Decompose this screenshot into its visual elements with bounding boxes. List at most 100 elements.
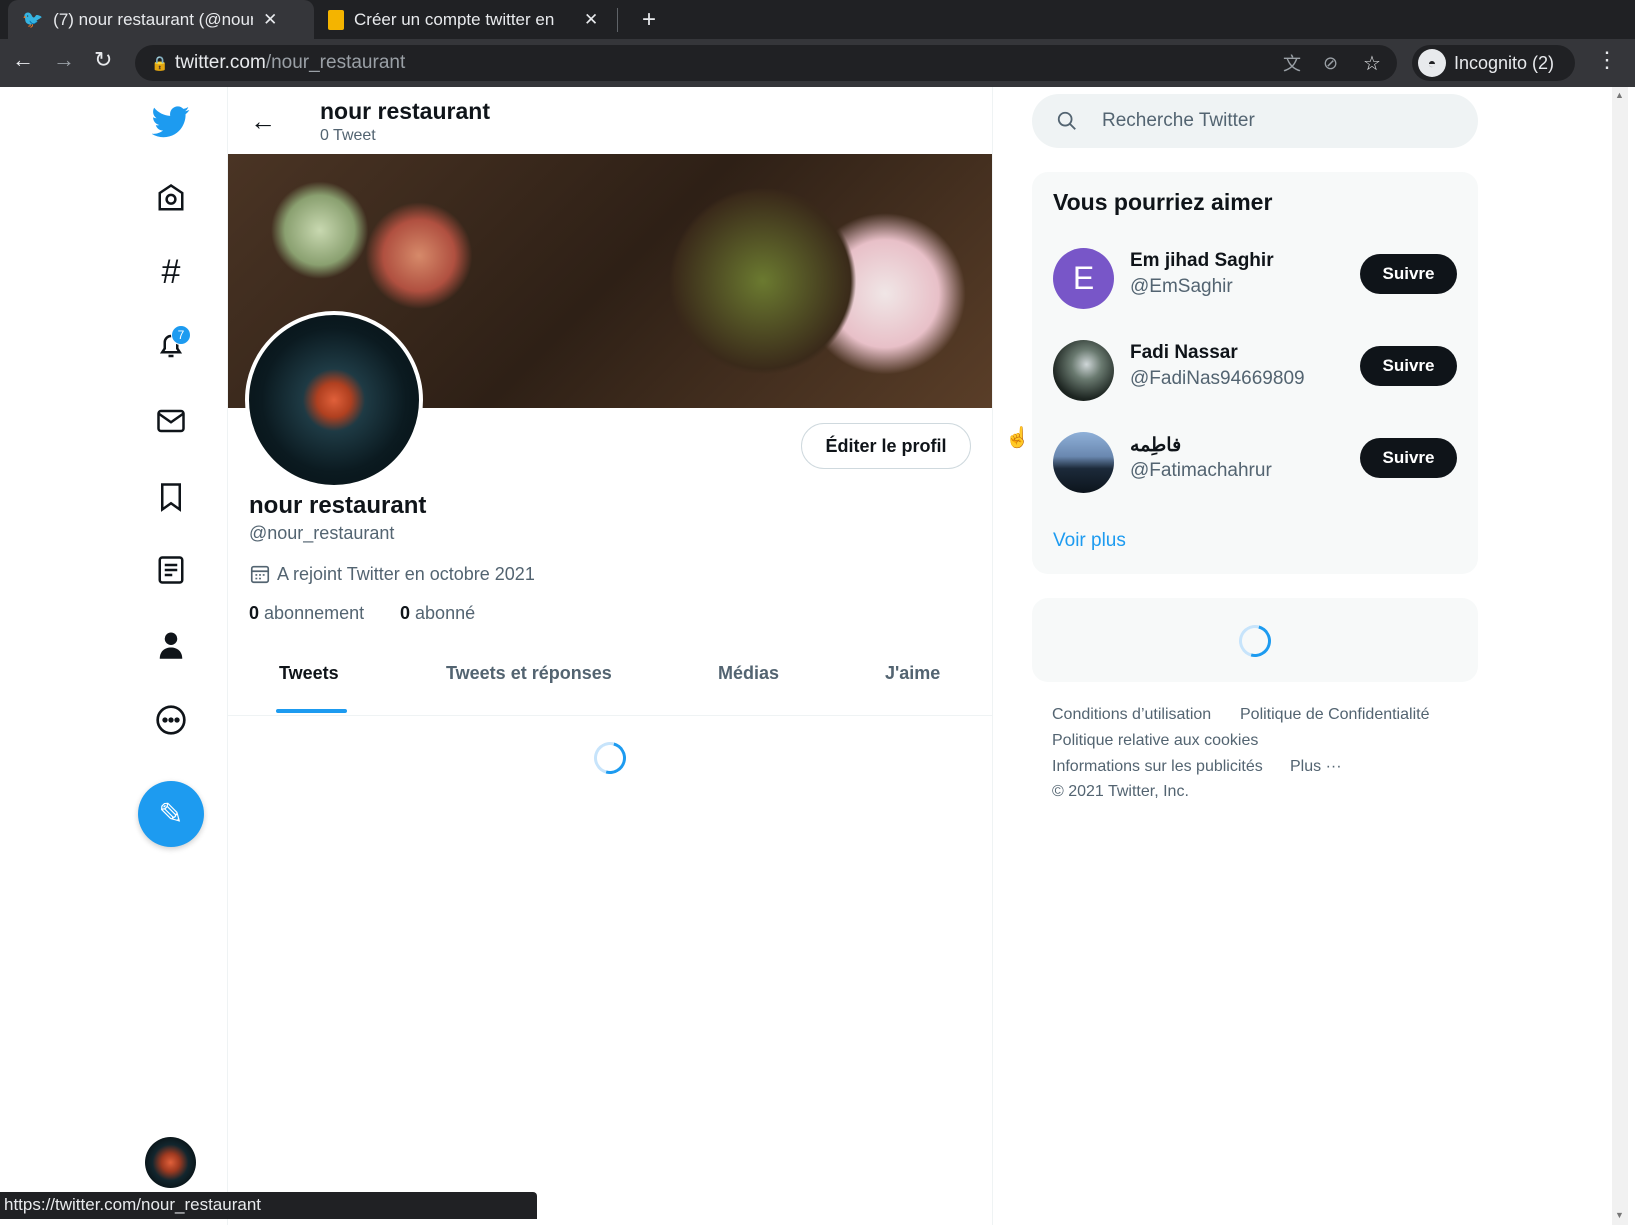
translate-icon[interactable]: 文 — [1283, 50, 1301, 76]
card-title: Vous pourriez aimer — [1053, 189, 1273, 215]
profile-name: nour restaurant — [249, 492, 427, 519]
nav-lists[interactable] — [141, 545, 201, 595]
tweet-count: 0 Tweet — [320, 127, 376, 144]
nav-bookmarks[interactable] — [141, 472, 201, 522]
close-tab-icon[interactable]: ✕ — [584, 10, 598, 30]
tab-slides[interactable]: Créer un compte twitter en ✕ — [314, 0, 614, 39]
following-count: 0 — [249, 603, 260, 623]
avatar — [1053, 432, 1114, 493]
avatar — [1053, 340, 1114, 401]
join-date: A rejoint Twitter en octobre 2021 — [249, 563, 535, 585]
menu-icon[interactable]: ⋮ — [1596, 47, 1618, 73]
nav-messages[interactable] — [141, 396, 201, 446]
scroll-up-icon[interactable]: ▲ — [1615, 90, 1624, 100]
edit-profile-button[interactable]: Éditer le profil — [801, 423, 971, 469]
suggestion-name: Em jihad Saghir — [1130, 250, 1274, 271]
copyright: © 2021 Twitter, Inc. — [1052, 783, 1189, 800]
tab-twitter[interactable]: 🐦 (7) nour restaurant (@nour_restaurant)… — [8, 0, 314, 39]
url-input[interactable]: 🔒 twitter.com/nour_restaurant 文 ⊘ ☆ — [135, 45, 1397, 81]
page-title: nour restaurant — [320, 98, 490, 124]
close-tab-icon[interactable]: ✕ — [263, 10, 277, 30]
scroll-down-icon[interactable]: ▼ — [1615, 1210, 1624, 1220]
followers-link[interactable]: 0 abonné — [400, 603, 475, 624]
calendar-icon — [250, 565, 270, 584]
status-bar-url: https://twitter.com/nour_restaurant — [0, 1192, 537, 1219]
divider — [992, 87, 993, 1225]
browser-tab-bar: 🐦 (7) nour restaurant (@nour_restaurant)… — [0, 0, 1635, 39]
twitter-logo-icon[interactable] — [141, 97, 201, 147]
tab-title: (7) nour restaurant (@nour_restaurant) — [53, 9, 254, 29]
new-tab-button[interactable]: + — [628, 0, 670, 39]
slides-favicon-icon — [328, 9, 344, 30]
tracking-blocked-icon[interactable]: ⊘ — [1323, 53, 1338, 74]
url-host: twitter.com — [175, 52, 266, 73]
hand-cursor-icon: ☝ — [1005, 427, 1030, 449]
suggestion-name: فاطِمه — [1130, 435, 1182, 456]
bookmark-icon — [161, 483, 181, 512]
suggestion-handle: @Fatimachahrur — [1130, 460, 1272, 481]
followers-count: 0 — [400, 603, 411, 623]
following-label: abonnement — [264, 603, 365, 623]
search-icon — [1057, 111, 1076, 130]
footer-link-privacy[interactable]: Politique de Confidentialité — [1240, 706, 1429, 724]
list-icon — [158, 556, 184, 584]
account-avatar[interactable] — [145, 1137, 196, 1188]
follow-button[interactable]: Suivre — [1360, 254, 1457, 294]
trends-card-loading — [1032, 598, 1478, 682]
hashtag-icon: # — [161, 252, 181, 291]
nav-profile[interactable] — [141, 620, 201, 670]
suggestion-item[interactable]: فاطِمه @Fatimachahrur Suivre — [1032, 418, 1478, 510]
incognito-icon: ◓ — [1418, 49, 1446, 77]
footer-link-cookies[interactable]: Politique relative aux cookies — [1052, 732, 1258, 750]
suggestion-name: Fadi Nassar — [1130, 342, 1238, 363]
footer-link-more[interactable]: Plus ··· — [1290, 758, 1342, 776]
tab-divider — [617, 8, 618, 32]
loading-spinner — [1233, 619, 1277, 663]
who-to-follow-card: Vous pourriez aimer E Em jihad Saghir @E… — [1032, 172, 1478, 574]
mail-icon — [157, 409, 185, 433]
tab-likes[interactable]: J'aime — [885, 663, 940, 684]
following-link[interactable]: 0 abonnement — [249, 603, 364, 624]
footer-link-ads[interactable]: Informations sur les publicités — [1052, 758, 1263, 776]
suggestion-handle: @FadiNas94669809 — [1130, 368, 1305, 389]
show-more-link[interactable]: Voir plus — [1053, 530, 1126, 552]
back-arrow-icon[interactable]: ← — [250, 106, 276, 137]
profile-handle: @nour_restaurant — [249, 523, 395, 543]
incognito-label: Incognito (2) — [1454, 52, 1555, 73]
star-icon[interactable]: ☆ — [1363, 51, 1381, 76]
avatar: E — [1053, 248, 1114, 309]
home-icon — [158, 183, 184, 211]
nav-explore[interactable]: # — [141, 247, 201, 297]
nav-home[interactable] — [141, 173, 201, 223]
incognito-indicator[interactable]: ◓ Incognito (2) — [1412, 45, 1575, 81]
suggestion-item[interactable]: Fadi Nassar @FadiNas94669809 Suivre — [1032, 326, 1478, 418]
footer-link-terms[interactable]: Conditions d’utilisation — [1052, 706, 1211, 724]
suggestion-handle: @EmSaghir — [1130, 276, 1233, 297]
notification-badge: 7 — [171, 325, 191, 345]
lock-icon: 🔒 — [151, 54, 169, 71]
forward-icon[interactable]: → — [53, 47, 75, 73]
url-path: /nour_restaurant — [265, 52, 406, 73]
tab-tweets[interactable]: Tweets — [279, 663, 339, 684]
nav-notifications[interactable]: 7 — [141, 321, 201, 371]
compose-tweet-button[interactable]: ✎ — [138, 781, 204, 847]
search-placeholder: Recherche Twitter — [1102, 110, 1255, 131]
feather-plus-icon: ✎ — [158, 797, 184, 831]
divider — [228, 715, 992, 716]
nav-more[interactable] — [141, 695, 201, 745]
profile-avatar[interactable] — [245, 311, 423, 489]
scrollbar[interactable]: ▲ ▼ — [1612, 87, 1628, 1225]
tab-replies[interactable]: Tweets et réponses — [446, 663, 612, 684]
loading-spinner — [588, 736, 632, 780]
follow-button[interactable]: Suivre — [1360, 438, 1457, 478]
active-tab-indicator — [276, 709, 347, 713]
suggestion-item[interactable]: E Em jihad Saghir @EmSaghir Suivre — [1032, 234, 1478, 326]
tab-title: Créer un compte twitter en — [354, 9, 555, 29]
join-date-text: A rejoint Twitter en octobre 2021 — [277, 563, 535, 584]
search-input[interactable]: Recherche Twitter — [1032, 94, 1478, 148]
person-icon — [159, 632, 183, 659]
reload-icon[interactable]: ↻ — [94, 47, 112, 73]
tab-media[interactable]: Médias — [718, 663, 779, 684]
back-icon[interactable]: ← — [12, 47, 34, 73]
follow-button[interactable]: Suivre — [1360, 346, 1457, 386]
